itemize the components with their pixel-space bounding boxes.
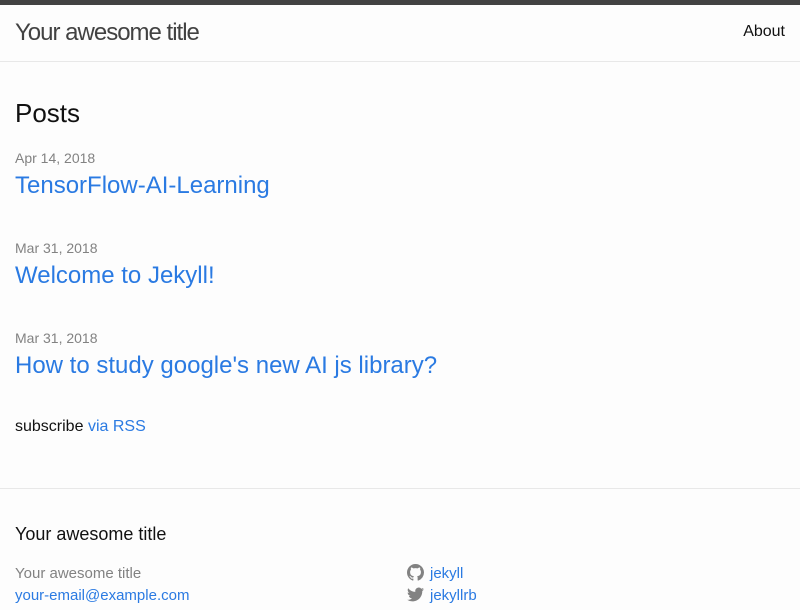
post-title-link[interactable]: Welcome to Jekyll! <box>15 260 785 292</box>
github-username: jekyll <box>430 565 464 582</box>
post-title-link[interactable]: How to study google's new AI js library? <box>15 350 785 382</box>
post-date: Mar 31, 2018 <box>15 330 98 346</box>
rss-subscribe: subscribe via RSS <box>15 416 785 438</box>
twitter-icon <box>407 586 424 603</box>
site-footer: Your awesome title Your awesome title yo… <box>0 488 800 604</box>
main-content: Posts Apr 14, 2018 TensorFlow-AI-Learnin… <box>15 96 785 454</box>
site-title-link[interactable]: Your awesome title <box>15 18 200 48</box>
twitter-username: jekyllrb <box>430 587 477 604</box>
footer-social-column: jekyll jekyllrb <box>407 563 477 607</box>
posts-heading: Posts <box>15 98 81 128</box>
twitter-link[interactable]: jekyllrb <box>407 585 477 607</box>
subscribe-text: subscribe <box>15 418 84 435</box>
post-date: Apr 14, 2018 <box>15 150 96 166</box>
github-link[interactable]: jekyll <box>407 563 477 585</box>
footer-site-name: Your awesome title <box>15 565 142 582</box>
footer-email-link[interactable]: your-email@example.com <box>15 585 189 607</box>
rss-link[interactable]: via RSS <box>88 418 146 435</box>
post-list: Apr 14, 2018 TensorFlow-AI-Learning Mar … <box>15 148 785 382</box>
footer-contact-column: Your awesome title your-email@example.co… <box>15 563 189 607</box>
post-date: Mar 31, 2018 <box>15 240 98 256</box>
github-icon <box>407 564 424 581</box>
post-item: Mar 31, 2018 Welcome to Jekyll! <box>15 238 785 292</box>
nav-link-about[interactable]: About <box>743 22 785 42</box>
footer-heading: Your awesome title <box>15 524 167 544</box>
post-title-link[interactable]: TensorFlow-AI-Learning <box>15 170 785 202</box>
post-item: Mar 31, 2018 How to study google's new A… <box>15 328 785 382</box>
site-header: Your awesome title About <box>0 5 800 62</box>
post-item: Apr 14, 2018 TensorFlow-AI-Learning <box>15 148 785 202</box>
